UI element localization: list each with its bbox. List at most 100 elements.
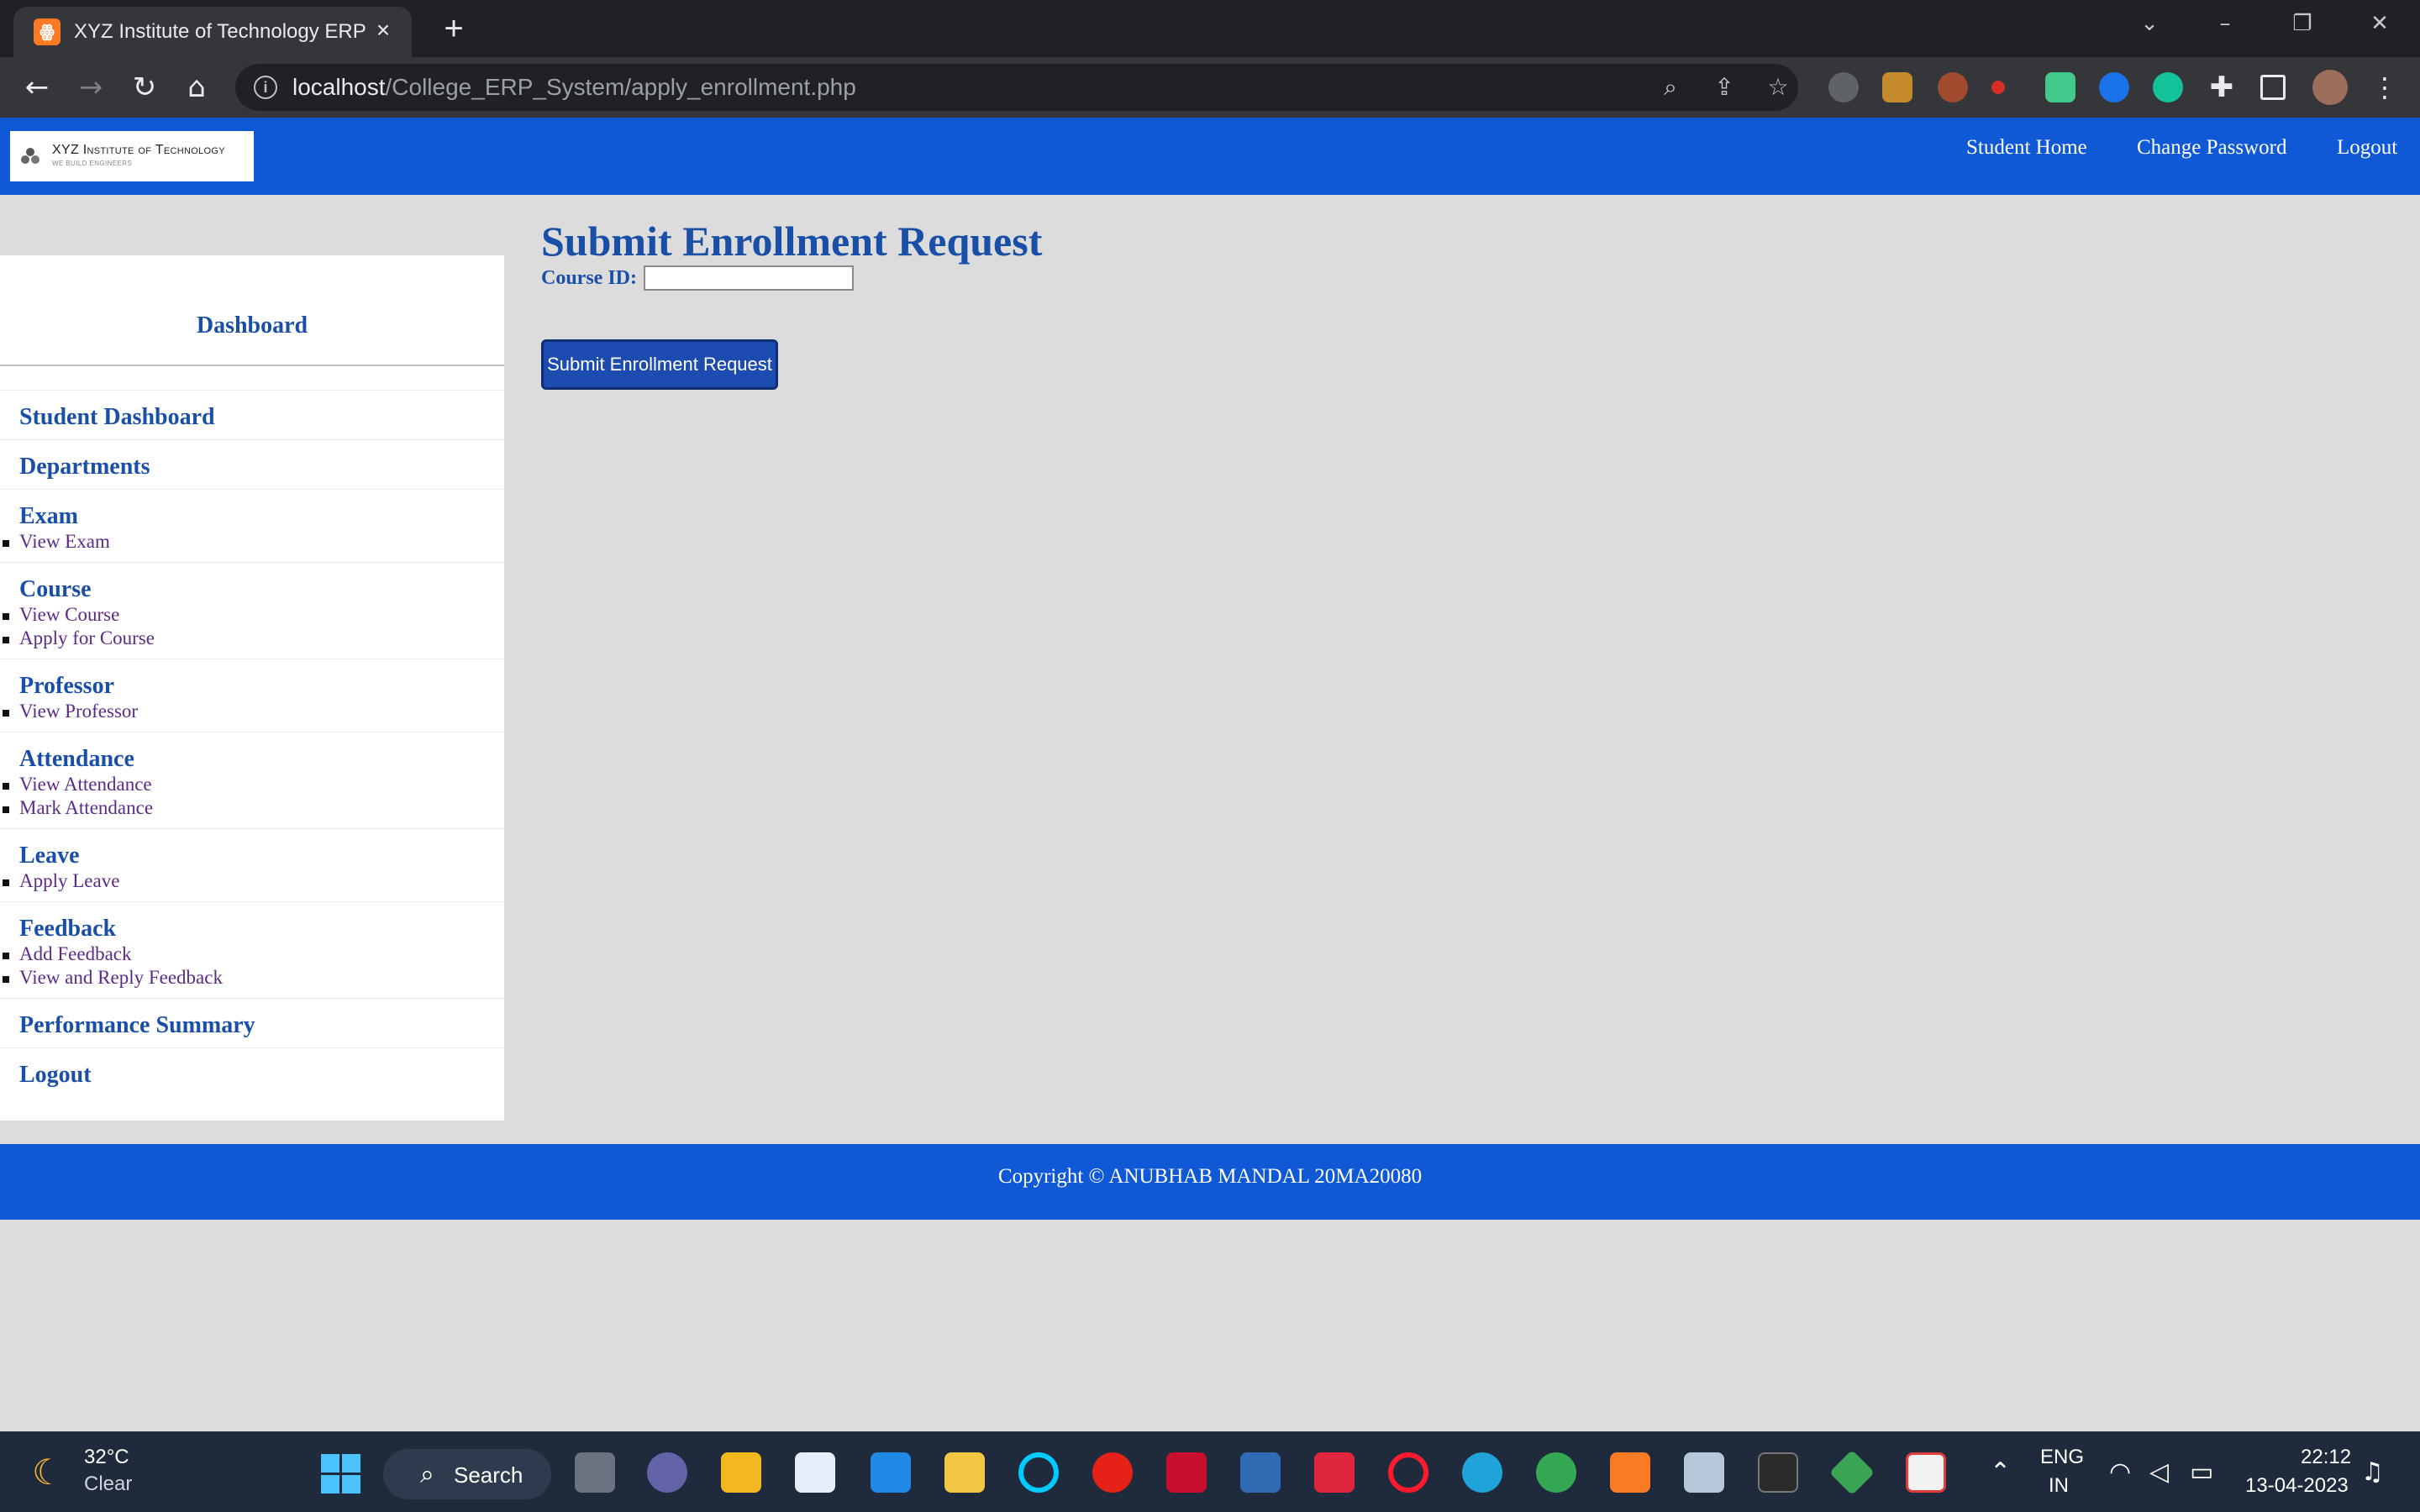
sidebar-header: Dashboard: [0, 255, 504, 366]
sidebar-section-departments: Departments: [0, 439, 504, 489]
sidebar-link-mark-attendance[interactable]: Mark Attendance: [3, 796, 504, 820]
sidebar-link-add-feedback[interactable]: Add Feedback: [3, 942, 504, 966]
wifi-icon[interactable]: ◠: [2109, 1457, 2131, 1487]
forward-arrow-icon[interactable]: →: [72, 69, 109, 106]
sidebar-item-departments[interactable]: Departments: [19, 454, 504, 480]
language-indicator-bottom[interactable]: IN: [2049, 1474, 2069, 1498]
show-hidden-icons-chevron[interactable]: ⌃: [1990, 1457, 2011, 1487]
sidebar-item-professor[interactable]: Professor: [19, 673, 504, 700]
windows-taskbar: ☾ 32°C Clear ⌕ Search ⌃ ENG IN ◠ ◁ ▭ 22:…: [0, 1431, 2420, 1512]
sidebar-item-student-dashboard[interactable]: Student Dashboard: [19, 404, 504, 431]
main-content: Submit Enrollment Request Course ID: Sub…: [541, 217, 1042, 390]
extension-cloud-icon[interactable]: [1828, 72, 1859, 102]
task-view-icon[interactable]: [575, 1452, 615, 1493]
mcafee-icon[interactable]: [1166, 1452, 1207, 1493]
extension-record-icon[interactable]: [1991, 81, 2005, 94]
sidebar-link-view-reply-feedback[interactable]: View and Reply Feedback: [3, 966, 504, 990]
sidebar-link-view-attendance[interactable]: View Attendance: [3, 773, 504, 796]
close-window-button[interactable]: ✕: [2360, 7, 2400, 40]
zoom-icon[interactable]: ⌕: [1655, 72, 1686, 102]
sidebar-section-logout: Logout: [0, 1047, 504, 1097]
course-id-input[interactable]: [644, 265, 854, 291]
extension-notes-icon[interactable]: [1882, 72, 1912, 102]
youtube-music-icon[interactable]: [1092, 1452, 1133, 1493]
sidebar-item-performance-summary[interactable]: Performance Summary: [19, 1012, 504, 1039]
submit-enrollment-button[interactable]: Submit Enrollment Request: [541, 339, 778, 390]
notification-bell-icon[interactable]: ♫: [2361, 1457, 2384, 1487]
extension-grammarly-icon[interactable]: [2153, 72, 2183, 102]
back-arrow-icon[interactable]: ←: [18, 69, 55, 106]
sidebar-link-view-course[interactable]: View Course: [3, 603, 504, 627]
sidebar-item-attendance[interactable]: Attendance: [19, 746, 504, 773]
onedrive-folder-icon[interactable]: [944, 1452, 985, 1493]
sidebar-item-feedback[interactable]: Feedback: [19, 916, 504, 942]
clock-date[interactable]: 13-04-2023: [2245, 1474, 2349, 1498]
nav-change-password[interactable]: Change Password: [2137, 136, 2286, 160]
git-tool-icon[interactable]: [1828, 1449, 1876, 1496]
windows-start-icon[interactable]: [321, 1454, 361, 1494]
l-app-icon[interactable]: [871, 1452, 911, 1493]
xampp-icon[interactable]: [1610, 1452, 1650, 1493]
sidebar: Dashboard Student Dashboard Departments …: [0, 255, 504, 1121]
teams-chat-icon[interactable]: [647, 1452, 687, 1493]
reload-icon[interactable]: ↻: [126, 69, 163, 106]
tab-title: XYZ Institute of Technology ERP: [74, 20, 366, 43]
nav-logout[interactable]: Logout: [2337, 136, 2397, 160]
browser-tab-strip: ꙮ XYZ Institute of Technology ERP × + ⌄ …: [0, 0, 2420, 57]
logo-tagline: WE BUILD ENGINEERS: [52, 160, 133, 167]
opera-icon[interactable]: [1388, 1452, 1428, 1493]
tab-search-chevron-icon[interactable]: ⌄: [2129, 7, 2170, 40]
weather-temperature[interactable]: 32°C: [84, 1446, 129, 1469]
share-icon[interactable]: ⇪: [1709, 72, 1739, 102]
file-explorer-icon[interactable]: [721, 1452, 761, 1493]
sidebar-item-exam[interactable]: Exam: [19, 503, 504, 530]
clock-time[interactable]: 22:12: [2301, 1446, 2351, 1469]
side-panel-icon[interactable]: [2260, 75, 2286, 100]
copyright-text: Copyright © ANUBHAB MANDAL 20MA20080: [997, 1165, 1423, 1188]
sidebar-link-apply-leave[interactable]: Apply Leave: [3, 869, 504, 893]
terminal-icon[interactable]: [1758, 1452, 1798, 1493]
taskbar-search-label: Search: [454, 1462, 523, 1488]
security-shield-icon[interactable]: [1314, 1452, 1355, 1493]
rstudio-icon[interactable]: [1240, 1452, 1281, 1493]
microsoft-store-icon[interactable]: [795, 1452, 835, 1493]
sidebar-link-view-professor[interactable]: View Professor: [3, 700, 504, 723]
browser-menu-icon[interactable]: ⋮: [2370, 72, 2400, 102]
snipping-tool-icon[interactable]: [1906, 1452, 1946, 1493]
weather-condition[interactable]: Clear: [84, 1473, 132, 1496]
extension-rocket-icon[interactable]: [2045, 72, 2075, 102]
alexa-icon[interactable]: [1018, 1452, 1059, 1493]
profile-avatar[interactable]: [2312, 70, 2348, 105]
nav-student-home[interactable]: Student Home: [1966, 136, 2087, 160]
sidebar-item-course[interactable]: Course: [19, 576, 504, 603]
address-bar[interactable]: i localhost/College_ERP_System/apply_enr…: [235, 64, 1798, 111]
resource-monitor-icon[interactable]: [1684, 1452, 1724, 1493]
battery-icon[interactable]: ▭: [2190, 1457, 2213, 1487]
edge-icon[interactable]: [1462, 1452, 1502, 1493]
language-indicator-top[interactable]: ENG: [2040, 1446, 2084, 1469]
taskbar-search[interactable]: ⌕ Search: [383, 1449, 551, 1499]
moon-weather-icon[interactable]: ☾: [32, 1454, 69, 1491]
sidebar-link-view-exam[interactable]: View Exam: [3, 530, 504, 554]
extension-owl-icon[interactable]: [1938, 72, 1968, 102]
new-tab-button[interactable]: +: [435, 10, 472, 47]
url-text[interactable]: localhost/College_ERP_System/apply_enrol…: [292, 74, 856, 101]
volume-icon[interactable]: ◁: [2149, 1457, 2169, 1487]
browser-tab[interactable]: ꙮ XYZ Institute of Technology ERP ×: [13, 7, 412, 57]
institute-logo[interactable]: XYZ Institute of Technology WE BUILD ENG…: [10, 131, 254, 181]
site-footer: Copyright © ANUBHAB MANDAL 20MA20080: [0, 1144, 2420, 1220]
restore-window-button[interactable]: ❐: [2282, 7, 2323, 40]
sidebar-link-apply-course[interactable]: Apply for Course: [3, 627, 504, 650]
sidebar-section-performance: Performance Summary: [0, 998, 504, 1047]
tab-close-icon[interactable]: ×: [370, 17, 397, 44]
extension-shazam-icon[interactable]: [2099, 72, 2129, 102]
xampp-favicon-icon: ꙮ: [34, 18, 60, 45]
bookmark-star-icon[interactable]: ☆: [1763, 72, 1793, 102]
extensions-puzzle-icon[interactable]: ✚: [2207, 72, 2237, 102]
sidebar-item-logout[interactable]: Logout: [19, 1062, 504, 1089]
home-icon[interactable]: ⌂: [178, 69, 215, 106]
sidebar-item-leave[interactable]: Leave: [19, 843, 504, 869]
chrome-icon[interactable]: [1536, 1452, 1576, 1493]
site-info-icon[interactable]: i: [254, 76, 277, 99]
minimize-window-button[interactable]: –: [2205, 7, 2245, 40]
